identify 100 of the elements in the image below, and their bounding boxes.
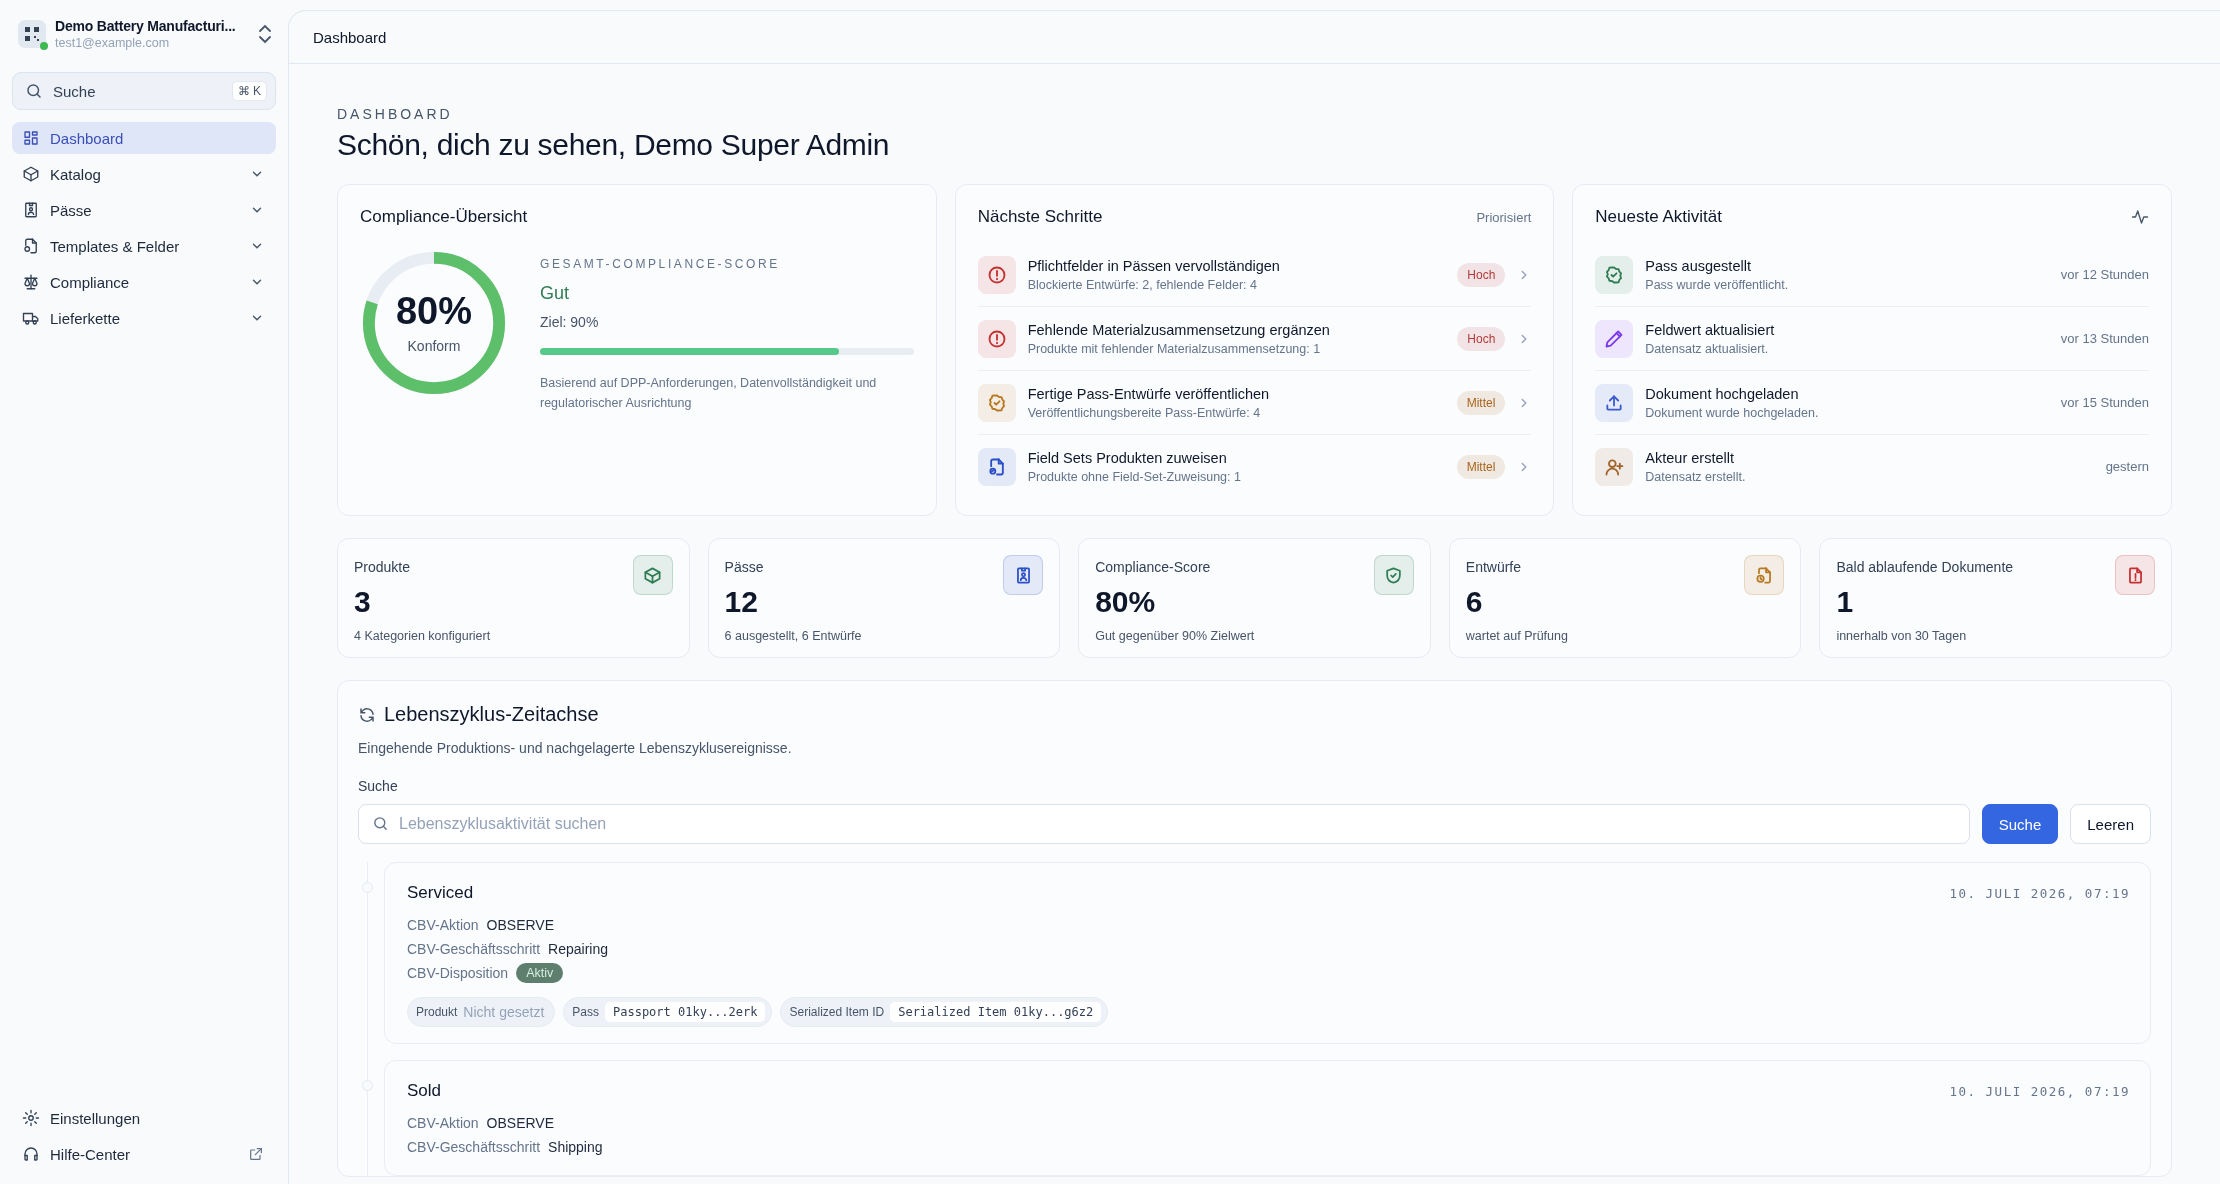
stat-value: 6 xyxy=(1465,585,1484,619)
compliance-status: Konform xyxy=(407,338,461,354)
compliance-percent: 80% xyxy=(395,292,473,330)
stat-label: Bald ablaufende Dokumente xyxy=(1836,559,2014,575)
step-detail: Veröffentlichungsbereite Pass-Entwürfe: 4 xyxy=(1027,405,1261,420)
activity-time: vor 15 Stunden xyxy=(2060,395,2149,410)
search-icon xyxy=(25,82,43,100)
priority-badge: Mittel xyxy=(1456,454,1506,479)
step-title[interactable]: Pflichtfelder in Pässen vervollständigen xyxy=(1027,257,1280,274)
step-title[interactable]: Field Sets Produkten zuweisen xyxy=(1027,449,1227,466)
score-target: Ziel: 90% xyxy=(540,314,600,330)
qr-code-icon xyxy=(24,26,40,42)
field-label: CBV-Geschäftsschritt xyxy=(407,1139,541,1155)
step-detail: Blockierte Entwürfe: 2, fehlende Felder: 4 xyxy=(1027,277,1257,292)
reference-value: Nicht gesetzt xyxy=(463,1004,546,1020)
activity-time: gestern xyxy=(2105,459,2149,474)
event-title: Sold xyxy=(407,1081,442,1101)
priority-badge: Hoch xyxy=(1457,326,1506,351)
user-email: test1@example.com xyxy=(55,36,171,50)
clear-button[interactable]: Leeren xyxy=(2070,804,2151,844)
timeline-title: Lebenszyklus-Zeitachse xyxy=(384,703,599,726)
step-detail: Produkte mit fehlender Materialzusammensetzung: 1 xyxy=(1027,341,1321,356)
field-value: OBSERVE xyxy=(486,1115,555,1131)
nav-item[interactable]: Dashboard xyxy=(12,122,276,154)
activity-title: Akteur erstellt xyxy=(1645,449,1734,466)
stat-value: 80% xyxy=(1095,585,1157,619)
search-field[interactable]: Suche ⌘ K xyxy=(12,72,276,110)
activity-title: Pass ausgestellt xyxy=(1645,257,1751,274)
priority-badge: Mittel xyxy=(1456,390,1506,415)
nav-item[interactable]: Compliance xyxy=(12,266,276,298)
activity-icon xyxy=(2131,208,2149,226)
status-badge: Aktiv xyxy=(516,963,564,983)
grid-icon xyxy=(22,129,40,147)
stat-note: 4 Kategorien konfiguriert xyxy=(354,629,492,643)
field-label: CBV-Geschäftsschritt xyxy=(407,941,541,957)
shortcut-key: ⌘ K xyxy=(231,81,267,101)
nav-item[interactable]: Einstellungen xyxy=(12,1102,276,1134)
search-button[interactable]: Suche xyxy=(1981,804,2059,844)
step-title[interactable]: Fehlende Materialzusammensetzung ergänzen xyxy=(1027,321,1330,338)
search-icon xyxy=(372,815,389,832)
card-title: Neueste Aktivität xyxy=(1595,207,1722,227)
stat-label: Compliance-Score xyxy=(1095,559,1211,575)
nav-item[interactable]: Pässe xyxy=(12,194,276,226)
stat-label: Produkte xyxy=(354,559,411,575)
settings-icon xyxy=(22,1109,40,1127)
card-title: Compliance-Übersicht xyxy=(360,207,529,227)
nav-item[interactable]: Templates & Felder xyxy=(12,230,276,262)
greeting-heading: Schön, dich zu sehen, Demo Super Admin xyxy=(337,128,891,162)
reference-id: Passport 01ky...2erk xyxy=(605,1002,766,1022)
stat-note: wartet auf Prüfung xyxy=(1465,629,1569,643)
page-title: Dashboard xyxy=(313,28,387,46)
step-detail: Produkte ohne Field-Set-Zuweisung: 1 xyxy=(1027,469,1241,484)
field-value: Shipping xyxy=(548,1139,603,1155)
field-label: CBV-Aktion xyxy=(407,1115,479,1131)
activity-detail: Dokument wurde hochgeladen. xyxy=(1645,405,1819,420)
field-value: OBSERVE xyxy=(486,917,555,933)
activity-title: Feldwert aktualisiert xyxy=(1645,321,1775,338)
cube-icon xyxy=(22,165,40,183)
stat-value: 12 xyxy=(724,585,759,619)
event-date: 10. JULI 2026, 07:19 xyxy=(1949,1084,2130,1099)
section-label: DASHBOARD xyxy=(337,106,454,122)
priority-badge: Hoch xyxy=(1457,262,1506,287)
activity-detail: Datensatz erstellt. xyxy=(1645,469,1746,484)
reference-label: Produkt xyxy=(416,1005,458,1019)
headset-icon xyxy=(22,1145,40,1163)
field-value: Repairing xyxy=(548,941,608,957)
nav-item[interactable]: Hilfe-Center xyxy=(12,1138,276,1170)
stat-label: Pässe xyxy=(724,559,764,575)
card-title: Nächste Schritte xyxy=(977,207,1103,227)
timeline-description: Eingehende Produktions- und nachgelagerte Lebenszyklusereignisse. xyxy=(358,740,793,756)
reference-label: Pass xyxy=(572,1005,599,1019)
activity-detail: Datensatz aktualisiert. xyxy=(1645,341,1769,356)
search-label: Suche xyxy=(358,778,399,794)
step-title[interactable]: Fertige Pass-Entwürfe veröffentlichen xyxy=(1027,385,1270,402)
scales-icon xyxy=(22,273,40,291)
score-label: GESAMT-COMPLIANCE-SCORE xyxy=(540,257,781,271)
organization-switcher[interactable]: Demo Battery Manufacturi... test1@example.com xyxy=(12,16,276,50)
field-label: CBV-Disposition xyxy=(407,965,509,981)
stat-note: 6 ausgestellt, 6 Entwürfe xyxy=(724,629,863,643)
nav-item[interactable]: Lieferkette xyxy=(12,302,276,334)
event-title: Serviced xyxy=(407,883,474,903)
event-date: 10. JULI 2026, 07:19 xyxy=(1949,886,2130,901)
activity-detail: Pass wurde veröffentlicht. xyxy=(1645,277,1789,292)
activity-time: vor 12 Stunden xyxy=(2060,267,2149,282)
search-placeholder: Suche xyxy=(53,82,97,100)
organization-name: Demo Battery Manufacturi... xyxy=(55,18,237,34)
nav-item[interactable]: Katalog xyxy=(12,158,276,190)
reference-id: Serialized Item 01ky...g6z2 xyxy=(890,1002,1102,1022)
stat-label: Entwürfe xyxy=(1465,559,1522,575)
stat-value: 3 xyxy=(354,585,372,619)
score-note: Basierend auf DPP-Anforderungen, Datenvollständigkeit und regulatorischer Ausrichtung xyxy=(540,375,878,412)
id-badge-icon xyxy=(22,201,40,219)
activity-time: vor 13 Stunden xyxy=(2060,331,2149,346)
refresh-icon xyxy=(358,705,376,724)
field-label: CBV-Aktion xyxy=(407,917,479,933)
score-rating: Gut xyxy=(540,283,570,304)
search-field[interactable]: Lebenszyklusaktivität suchen xyxy=(358,804,1970,844)
stat-note: innerhalb von 30 Tagen xyxy=(1836,629,1968,643)
chevrons-up-down-icon xyxy=(258,24,272,44)
activity-title: Dokument hochgeladen xyxy=(1645,385,1799,402)
